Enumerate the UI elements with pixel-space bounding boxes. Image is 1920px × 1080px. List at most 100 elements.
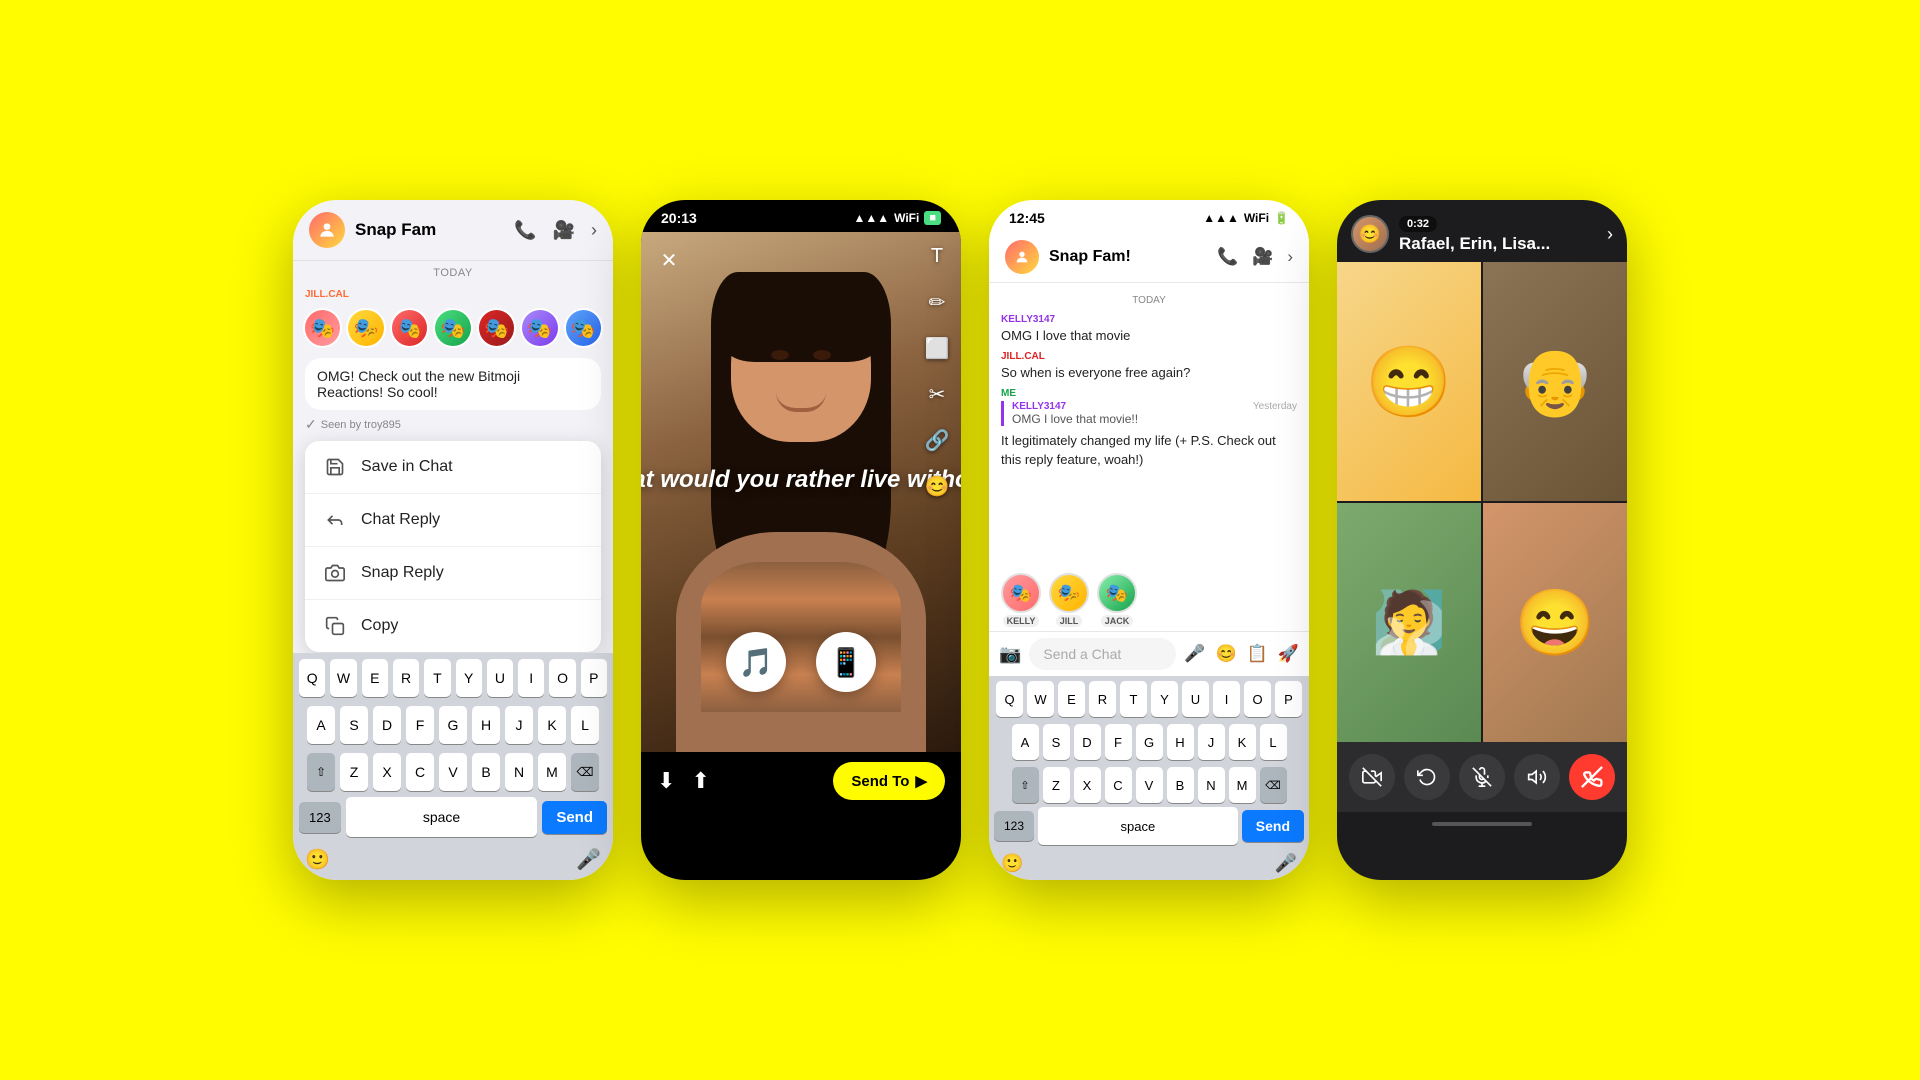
pen-tool-icon[interactable]: ✏ [923,288,951,316]
menu-item-save-in-chat[interactable]: Save in Chat [305,441,601,494]
p3-key-h[interactable]: H [1167,724,1194,760]
p3-key-p[interactable]: P [1275,681,1302,717]
p3-key-x[interactable]: X [1074,767,1101,803]
link-tool-icon[interactable]: 🔗 [923,426,951,454]
music-choice-icon[interactable]: 🎵 [726,632,786,692]
p2-close-button[interactable]: ✕ [653,244,685,276]
scissors-tool-icon[interactable]: ✂ [923,380,951,408]
p3-key-f[interactable]: F [1105,724,1132,760]
key-a[interactable]: A [307,706,335,744]
p3-key-y[interactable]: Y [1151,681,1178,717]
key-q[interactable]: Q [299,659,325,697]
key-g[interactable]: G [439,706,467,744]
p3-sticker-icon[interactable]: 📋 [1247,644,1268,664]
key-o[interactable]: O [549,659,575,697]
p4-video-off-btn[interactable] [1349,754,1395,800]
key-r[interactable]: R [393,659,419,697]
p3-key-s[interactable]: S [1043,724,1070,760]
p3-emoji-icon[interactable]: 😊 [1215,644,1236,664]
p3-key-c[interactable]: C [1105,767,1132,803]
p3-key-z[interactable]: Z [1043,767,1070,803]
p4-end-call-btn[interactable] [1569,754,1615,800]
p3-key-o[interactable]: O [1244,681,1271,717]
p3-mic-kb-icon[interactable]: 🎤 [1275,853,1297,874]
share-icon[interactable]: ⬆ [691,768,709,794]
key-z[interactable]: Z [340,753,368,791]
key-w[interactable]: W [330,659,356,697]
p4-rotate-btn[interactable] [1404,754,1450,800]
key-n[interactable]: N [505,753,533,791]
p3-key-space[interactable]: space [1038,807,1238,845]
key-x[interactable]: X [373,753,401,791]
phone-choice-icon[interactable]: 📱 [816,632,876,692]
p3-key-backspace[interactable]: ⌫ [1260,767,1287,803]
key-send[interactable]: Send [542,801,607,834]
p3-cam-icon[interactable]: 📷 [999,644,1021,665]
key-s[interactable]: S [340,706,368,744]
p3-key-j[interactable]: J [1198,724,1225,760]
key-y[interactable]: Y [456,659,482,697]
phone-icon[interactable]: 📞 [514,220,536,241]
download-icon[interactable]: ⬇ [657,768,675,794]
p3-key-i[interactable]: I [1213,681,1240,717]
p3-key-b[interactable]: B [1167,767,1194,803]
p3-key-v[interactable]: V [1136,767,1163,803]
p3-key-a[interactable]: A [1012,724,1039,760]
key-p[interactable]: P [581,659,607,697]
p3-key-l[interactable]: L [1260,724,1287,760]
chevron-right-icon[interactable]: › [591,220,597,241]
key-j[interactable]: J [505,706,533,744]
p3-attach-icon[interactable]: 🚀 [1278,644,1299,664]
text-tool-icon[interactable]: T [923,242,951,270]
p3-key-w[interactable]: W [1027,681,1054,717]
p3-key-e[interactable]: E [1058,681,1085,717]
p2-send-btn[interactable]: Send To ▶ [833,762,945,800]
key-h[interactable]: H [472,706,500,744]
p4-mute-btn[interactable] [1459,754,1505,800]
p3-key-q[interactable]: Q [996,681,1023,717]
key-i[interactable]: I [518,659,544,697]
key-v[interactable]: V [439,753,467,791]
key-backspace[interactable]: ⌫ [571,753,599,791]
menu-item-copy[interactable]: Copy [305,600,601,652]
key-t[interactable]: T [424,659,450,697]
key-d[interactable]: D [373,706,401,744]
menu-item-snap-reply[interactable]: Snap Reply [305,547,601,600]
p3-key-k[interactable]: K [1229,724,1256,760]
p3-key-r[interactable]: R [1089,681,1116,717]
p3-emoji-kb-icon[interactable]: 🙂 [1001,853,1023,874]
p3-phone-icon[interactable]: 📞 [1217,247,1238,267]
key-space[interactable]: space [346,797,538,837]
key-m[interactable]: M [538,753,566,791]
p4-chevron-icon[interactable]: › [1607,224,1613,245]
p3-key-u[interactable]: U [1182,681,1209,717]
key-123[interactable]: 123 [299,802,341,833]
p3-key-t[interactable]: T [1120,681,1147,717]
p3-key-shift[interactable]: ⇧ [1012,767,1039,803]
bitmoji-tool-icon[interactable]: 😊 [923,472,951,500]
key-u[interactable]: U [487,659,513,697]
menu-item-chat-reply[interactable]: Chat Reply [305,494,601,547]
p3-key-g[interactable]: G [1136,724,1163,760]
p3-input-field[interactable]: Send a Chat [1029,638,1176,670]
key-c[interactable]: C [406,753,434,791]
p3-key-m[interactable]: M [1229,767,1256,803]
p3-chevron-icon[interactable]: › [1287,247,1293,267]
key-shift[interactable]: ⇧ [307,753,335,791]
emoji-icon[interactable]: 🙂 [305,847,330,872]
key-l[interactable]: L [571,706,599,744]
key-b[interactable]: B [472,753,500,791]
key-f[interactable]: F [406,706,434,744]
p3-video-icon[interactable]: 🎥 [1252,247,1273,267]
key-e[interactable]: E [362,659,388,697]
sticker-tool-icon[interactable]: ⬜ [923,334,951,362]
p3-mic-icon[interactable]: 🎤 [1184,644,1205,664]
p3-key-d[interactable]: D [1074,724,1101,760]
p4-speaker-btn[interactable] [1514,754,1560,800]
p3-key-n[interactable]: N [1198,767,1225,803]
p3-key-send[interactable]: Send [1242,810,1304,842]
key-k[interactable]: K [538,706,566,744]
mic-icon[interactable]: 🎤 [576,847,601,872]
video-icon[interactable]: 🎥 [553,220,575,241]
p3-key-123[interactable]: 123 [994,811,1034,841]
